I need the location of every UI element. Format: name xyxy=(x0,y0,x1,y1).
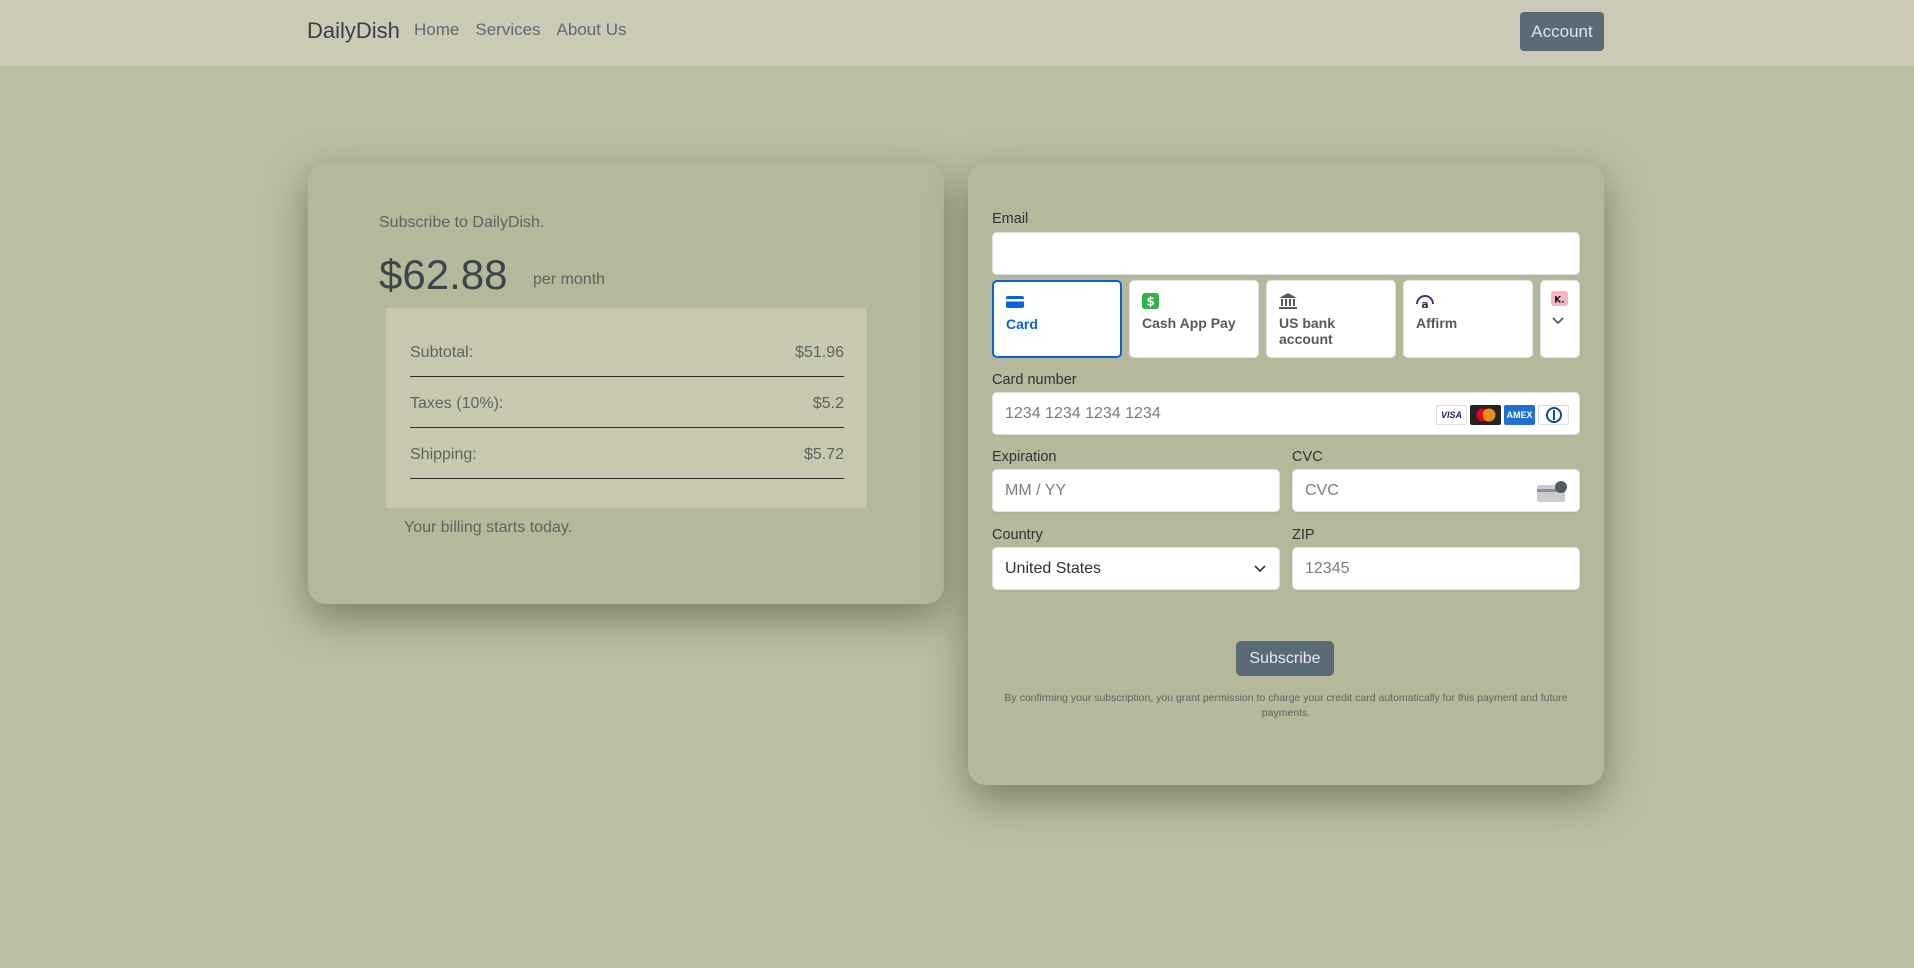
price-amount: $62.88 xyxy=(379,251,508,298)
method-cashapp-tab[interactable]: $ Cash App Pay xyxy=(1129,280,1259,358)
email-label: Email xyxy=(992,211,1029,227)
diners-icon xyxy=(1538,405,1569,425)
bank-icon xyxy=(1279,293,1297,309)
zip-placeholder: 12345 xyxy=(1305,559,1350,577)
country-label: Country xyxy=(992,527,1043,543)
nav-links: Home Services About Us xyxy=(414,20,626,40)
chevron-down-icon xyxy=(1254,565,1266,573)
nav-link-services[interactable]: Services xyxy=(475,20,540,40)
nav-link-home[interactable]: Home xyxy=(414,20,459,40)
shipping-value: $5.72 xyxy=(803,445,844,463)
shipping-row: Shipping: $5.72 xyxy=(410,429,844,479)
expiration-placeholder: MM / YY xyxy=(1005,481,1067,499)
method-bank-label: US bank account xyxy=(1279,315,1336,347)
taxes-label: Taxes (10%): xyxy=(410,394,504,412)
shipping-label: Shipping: xyxy=(410,445,477,463)
cvc-label: CVC xyxy=(1292,449,1323,465)
cvc-card-icon xyxy=(1537,481,1567,502)
method-cashapp-label: Cash App Pay xyxy=(1142,315,1236,331)
billing-period: per month xyxy=(533,271,606,288)
chevron-down-icon xyxy=(1552,317,1564,325)
email-field[interactable] xyxy=(992,232,1580,275)
card-number-label: Card number xyxy=(992,372,1077,388)
price-breakdown: Subtotal: $51.96 Taxes (10%): $5.2 Shipp… xyxy=(386,308,867,508)
expiration-label: Expiration xyxy=(992,449,1057,465)
taxes-row: Taxes (10%): $5.2 xyxy=(410,378,844,428)
card-icon xyxy=(1006,296,1024,308)
cashapp-icon: $ xyxy=(1142,293,1159,309)
account-button[interactable]: Account xyxy=(1520,12,1604,51)
amex-icon: AMEX xyxy=(1504,405,1535,425)
method-affirm-tab[interactable]: a Affirm xyxy=(1403,280,1533,358)
legal-disclaimer: By confirming your subscription, you gra… xyxy=(1004,692,1568,719)
zip-field[interactable]: 12345 xyxy=(1292,547,1580,590)
svg-text:$: $ xyxy=(1146,295,1154,309)
subscribe-button[interactable]: Subscribe xyxy=(1236,641,1334,676)
zip-label: ZIP xyxy=(1292,527,1315,543)
country-value: United States xyxy=(1005,559,1102,577)
svg-text:K.: K. xyxy=(1554,296,1564,306)
svg-text:a: a xyxy=(1421,298,1428,309)
subscription-title: Subscribe to DailyDish. xyxy=(379,214,545,231)
country-select[interactable]: United States xyxy=(992,547,1280,590)
method-bank-tab[interactable]: US bank account xyxy=(1266,280,1396,358)
visa-icon: VISA xyxy=(1436,405,1467,425)
method-card-tab[interactable]: Card xyxy=(992,280,1122,358)
card-number-field[interactable]: 1234 1234 1234 1234 VISA AMEX xyxy=(992,392,1580,435)
cvc-placeholder: CVC xyxy=(1305,481,1339,499)
subtotal-value: $51.96 xyxy=(795,343,844,361)
method-more-dropdown[interactable]: K. xyxy=(1540,280,1580,358)
nav-link-about-us[interactable]: About Us xyxy=(557,20,627,40)
order-summary-card: Subscribe to DailyDish. $62.88 per month… xyxy=(308,163,944,604)
subtotal-row: Subtotal: $51.96 xyxy=(410,327,844,377)
card-number-placeholder: 1234 1234 1234 1234 xyxy=(1005,404,1161,422)
mastercard-icon xyxy=(1470,405,1501,425)
method-affirm-label: Affirm xyxy=(1416,315,1458,331)
klarna-icon: K. xyxy=(1551,291,1568,306)
brand-logo[interactable]: DailyDish xyxy=(307,18,400,44)
subtotal-label: Subtotal: xyxy=(410,343,474,361)
method-card-label: Card xyxy=(1006,316,1038,332)
payment-form-card: Email Card $ Cash App Pay US bank accoun… xyxy=(968,163,1604,785)
taxes-value: $5.2 xyxy=(812,394,844,412)
expiration-field[interactable]: MM / YY xyxy=(992,469,1280,512)
top-navbar: DailyDish Home Services About Us Account xyxy=(0,0,1914,67)
cvc-field[interactable]: CVC xyxy=(1292,469,1580,512)
card-brand-logos: VISA AMEX xyxy=(1436,405,1569,425)
billing-start-note: Your billing starts today. xyxy=(404,519,573,536)
affirm-icon: a xyxy=(1416,295,1434,309)
